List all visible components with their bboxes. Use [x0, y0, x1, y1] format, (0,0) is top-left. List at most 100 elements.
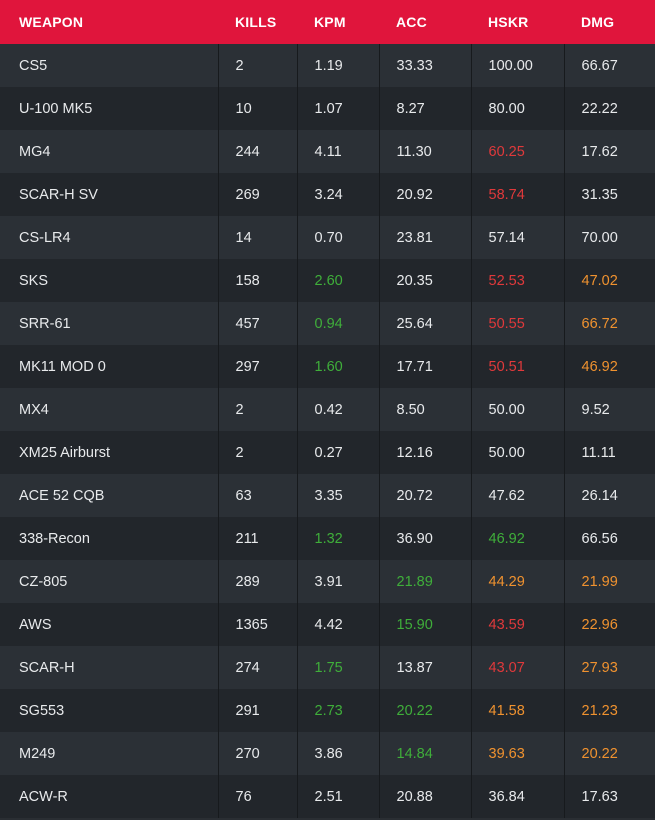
cell-kpm: 0.27 [296, 431, 379, 474]
table-body: CS5 2 1.19 33.33 100.00 66.67 U-100 MK5 10 1.07 8… [0, 44, 655, 818]
column-header-weapon[interactable]: WEAPON [0, 0, 218, 44]
cell-kills: 63 [217, 474, 297, 517]
cell-hskr: 100.00 [470, 44, 564, 87]
cell-kpm: 3.35 [296, 474, 379, 517]
cell-hskr: 50.00 [470, 388, 564, 431]
column-header-dmg[interactable]: DMG [564, 0, 655, 44]
cell-kills: 76 [217, 775, 297, 818]
cell-weapon: SKS [19, 272, 49, 289]
cell-hskr: 52.53 [470, 259, 564, 302]
table-row[interactable]: CS5 2 1.19 33.33 100.00 66.67 [0, 44, 655, 87]
cell-acc: 17.71 [378, 345, 471, 388]
cell-acc: 12.16 [378, 431, 471, 474]
cell-kills: 297 [217, 345, 297, 388]
cell-acc: 8.27 [378, 87, 471, 130]
table-row[interactable]: SG553 291 2.73 20.22 41.58 21.23 [0, 689, 655, 732]
cell-dmg: 17.62 [563, 130, 655, 173]
cell-kpm: 0.70 [296, 216, 379, 259]
cell-kills: 14 [217, 216, 297, 259]
column-header-hskr[interactable]: HSKR [471, 0, 564, 44]
cell-weapon: CZ-805 [19, 573, 68, 590]
cell-dmg: 21.99 [563, 560, 655, 603]
cell-kpm: 3.91 [296, 560, 379, 603]
cell-acc: 20.92 [378, 173, 471, 216]
cell-hskr: 44.29 [470, 560, 564, 603]
table-row[interactable]: ACE 52 CQB 63 3.35 20.72 47.62 26.14 [0, 474, 655, 517]
table-row[interactable]: SCAR-H 274 1.75 13.87 43.07 27.93 [0, 646, 655, 689]
cell-kpm: 1.75 [296, 646, 379, 689]
column-header-kpm[interactable]: KPM [297, 0, 379, 44]
cell-dmg: 21.23 [563, 689, 655, 732]
cell-hskr: 36.84 [470, 775, 564, 818]
table-row[interactable]: M249 270 3.86 14.84 39.63 20.22 [0, 732, 655, 775]
cell-acc: 21.89 [378, 560, 471, 603]
cell-hskr: 41.58 [470, 689, 564, 732]
table-row[interactable]: CZ-805 289 3.91 21.89 44.29 21.99 [0, 560, 655, 603]
cell-kills: 2 [217, 44, 297, 87]
table-row[interactable]: XM25 Airburst 2 0.27 12.16 50.00 11.11 [0, 431, 655, 474]
table-row[interactable]: MG4 244 4.11 11.30 60.25 17.62 [0, 130, 655, 173]
table-row[interactable]: SRR-61 457 0.94 25.64 50.55 66.72 [0, 302, 655, 345]
cell-dmg: 66.67 [563, 44, 655, 87]
cell-kills: 270 [217, 732, 297, 775]
cell-acc: 36.90 [378, 517, 471, 560]
cell-kpm: 0.42 [296, 388, 379, 431]
table-row[interactable]: U-100 MK5 10 1.07 8.27 80.00 22.22 [0, 87, 655, 130]
cell-weapon: ACW-R [19, 788, 68, 805]
cell-kills: 274 [217, 646, 297, 689]
table-row[interactable]: SCAR-H SV 269 3.24 20.92 58.74 31.35 [0, 173, 655, 216]
cell-dmg: 17.63 [563, 775, 655, 818]
cell-kills: 1365 [217, 603, 297, 646]
cell-hskr: 50.51 [470, 345, 564, 388]
cell-hskr: 60.25 [470, 130, 564, 173]
cell-weapon: XM25 Airburst [19, 444, 111, 461]
cell-kpm: 1.32 [296, 517, 379, 560]
cell-dmg: 20.22 [563, 732, 655, 775]
cell-hskr: 47.62 [470, 474, 564, 517]
cell-dmg: 70.00 [563, 216, 655, 259]
cell-acc: 11.30 [378, 130, 471, 173]
cell-acc: 25.64 [378, 302, 471, 345]
table-row[interactable]: 338-Recon 211 1.32 36.90 46.92 66.56 [0, 517, 655, 560]
column-header-kills[interactable]: KILLS [218, 0, 297, 44]
cell-kpm: 1.60 [296, 345, 379, 388]
cell-weapon: CS5 [19, 57, 48, 74]
table-row[interactable]: MK11 MOD 0 297 1.60 17.71 50.51 46.92 [0, 345, 655, 388]
cell-hskr: 50.55 [470, 302, 564, 345]
cell-acc: 20.35 [378, 259, 471, 302]
cell-kills: 211 [217, 517, 297, 560]
cell-kpm: 2.73 [296, 689, 379, 732]
cell-kpm: 2.51 [296, 775, 379, 818]
cell-kills: 291 [217, 689, 297, 732]
cell-weapon: CS-LR4 [19, 229, 71, 246]
cell-kpm: 1.07 [296, 87, 379, 130]
table-row[interactable]: AWS 1365 4.42 15.90 43.59 22.96 [0, 603, 655, 646]
table-header: WEAPON KILLS KPM ACC HSKR DMG [0, 0, 655, 44]
cell-hskr: 80.00 [470, 87, 564, 130]
table-row[interactable]: SKS 158 2.60 20.35 52.53 47.02 [0, 259, 655, 302]
cell-kpm: 1.19 [296, 44, 379, 87]
cell-acc: 8.50 [378, 388, 471, 431]
cell-acc: 13.87 [378, 646, 471, 689]
cell-acc: 20.88 [378, 775, 471, 818]
cell-dmg: 27.93 [563, 646, 655, 689]
cell-weapon: U-100 MK5 [19, 100, 93, 117]
cell-hskr: 43.07 [470, 646, 564, 689]
cell-weapon: M249 [19, 745, 56, 762]
cell-kpm: 3.86 [296, 732, 379, 775]
cell-hskr: 57.14 [470, 216, 564, 259]
cell-kills: 457 [217, 302, 297, 345]
header-row: WEAPON KILLS KPM ACC HSKR DMG [0, 0, 655, 44]
cell-dmg: 46.92 [563, 345, 655, 388]
cell-weapon: ACE 52 CQB [19, 487, 105, 504]
cell-acc: 15.90 [378, 603, 471, 646]
cell-kills: 269 [217, 173, 297, 216]
cell-dmg: 66.56 [563, 517, 655, 560]
table-row[interactable]: ACW-R 76 2.51 20.88 36.84 17.63 [0, 775, 655, 818]
cell-weapon: SCAR-H [19, 659, 75, 676]
column-header-acc[interactable]: ACC [379, 0, 471, 44]
cell-acc: 23.81 [378, 216, 471, 259]
cell-hskr: 50.00 [470, 431, 564, 474]
table-row[interactable]: MX4 2 0.42 8.50 50.00 9.52 [0, 388, 655, 431]
table-row[interactable]: CS-LR4 14 0.70 23.81 57.14 70.00 [0, 216, 655, 259]
